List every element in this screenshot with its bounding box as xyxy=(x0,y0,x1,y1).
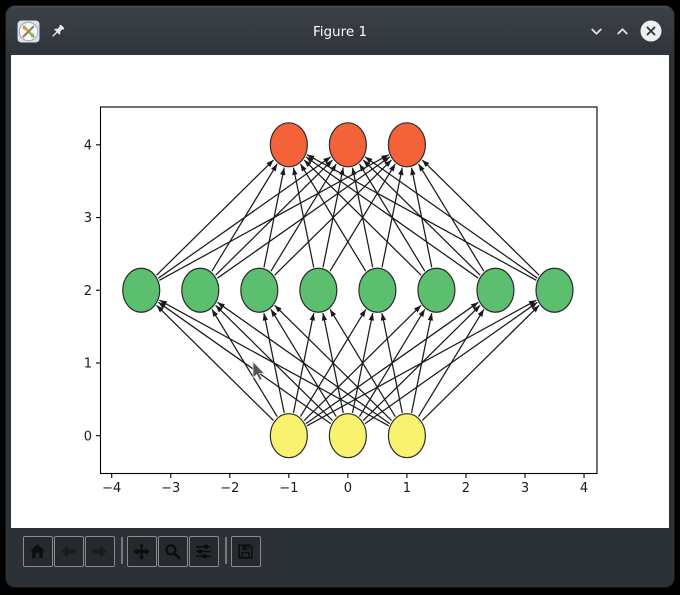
y-tick-label: 0 xyxy=(84,429,92,444)
back-button[interactable] xyxy=(54,536,84,567)
y-tick-label: 1 xyxy=(84,357,92,372)
plot-toolbar xyxy=(11,528,669,578)
maximize-button[interactable] xyxy=(614,23,631,40)
desktop-background: { "window": { "title": "Figure 1", "titl… xyxy=(0,0,680,595)
arrow-right-icon xyxy=(90,542,109,561)
network-plot: −4 −3 −2 −1 0 1 2 3 4 0 1 2 3 4 xyxy=(11,55,669,528)
zoom-button[interactable] xyxy=(158,536,188,567)
toolbar-separator xyxy=(121,537,123,564)
y-tick-label: 2 xyxy=(84,284,92,299)
hidden-layer-node xyxy=(536,268,573,312)
input-layer xyxy=(270,414,425,458)
titlebar[interactable]: Figure 1 xyxy=(6,6,674,55)
forward-button[interactable] xyxy=(85,536,115,567)
configure-subplots-button[interactable] xyxy=(189,536,219,567)
minimize-button[interactable] xyxy=(588,23,605,40)
x-tick-label: 0 xyxy=(344,481,352,496)
figure-window: Figure 1 −4 −3 −2 −1 0 1 2 3 4 0 1 2 3 4 xyxy=(6,6,674,587)
close-button[interactable] xyxy=(640,20,662,42)
input-layer-node xyxy=(388,414,425,458)
output-layer-node xyxy=(270,123,307,167)
move-icon xyxy=(132,542,151,561)
pan-button[interactable] xyxy=(127,536,157,567)
x-tick-label: −3 xyxy=(161,481,180,496)
hidden-layer-node xyxy=(477,268,514,312)
output-layer-node xyxy=(329,123,366,167)
hidden-layer-node xyxy=(359,268,396,312)
output-layer xyxy=(270,123,425,167)
x-tick-label: −1 xyxy=(279,481,298,496)
sliders-icon xyxy=(194,542,213,561)
hidden-layer-node xyxy=(241,268,278,312)
x-tick-label: −4 xyxy=(102,481,121,496)
y-tick-label: 4 xyxy=(84,138,92,153)
toolbar-separator xyxy=(225,537,227,564)
magnifier-icon xyxy=(163,542,182,561)
x-tick-label: −2 xyxy=(220,481,239,496)
input-layer-node xyxy=(329,414,366,458)
app-icon[interactable] xyxy=(17,20,40,43)
arrow-left-icon xyxy=(59,542,78,561)
x-tick-label: 3 xyxy=(521,481,529,496)
hidden-layer-node xyxy=(418,268,455,312)
home-icon xyxy=(28,542,47,561)
save-icon xyxy=(236,542,255,561)
home-button[interactable] xyxy=(23,536,53,567)
window-title: Figure 1 xyxy=(6,7,674,56)
pin-icon[interactable] xyxy=(49,23,66,40)
y-tick-label: 3 xyxy=(84,211,92,226)
input-layer-node xyxy=(270,414,307,458)
figure-canvas: −4 −3 −2 −1 0 1 2 3 4 0 1 2 3 4 xyxy=(11,55,669,528)
save-button[interactable] xyxy=(231,536,261,567)
x-tick-label: 2 xyxy=(462,481,470,496)
output-layer-node xyxy=(388,123,425,167)
hidden-layer-node xyxy=(123,268,160,312)
mouse-cursor-icon xyxy=(252,361,266,382)
hidden-layer-node xyxy=(300,268,337,312)
x-tick-label: 1 xyxy=(403,481,411,496)
hidden-layer-node xyxy=(182,268,219,312)
x-tick-label: 4 xyxy=(580,481,588,496)
